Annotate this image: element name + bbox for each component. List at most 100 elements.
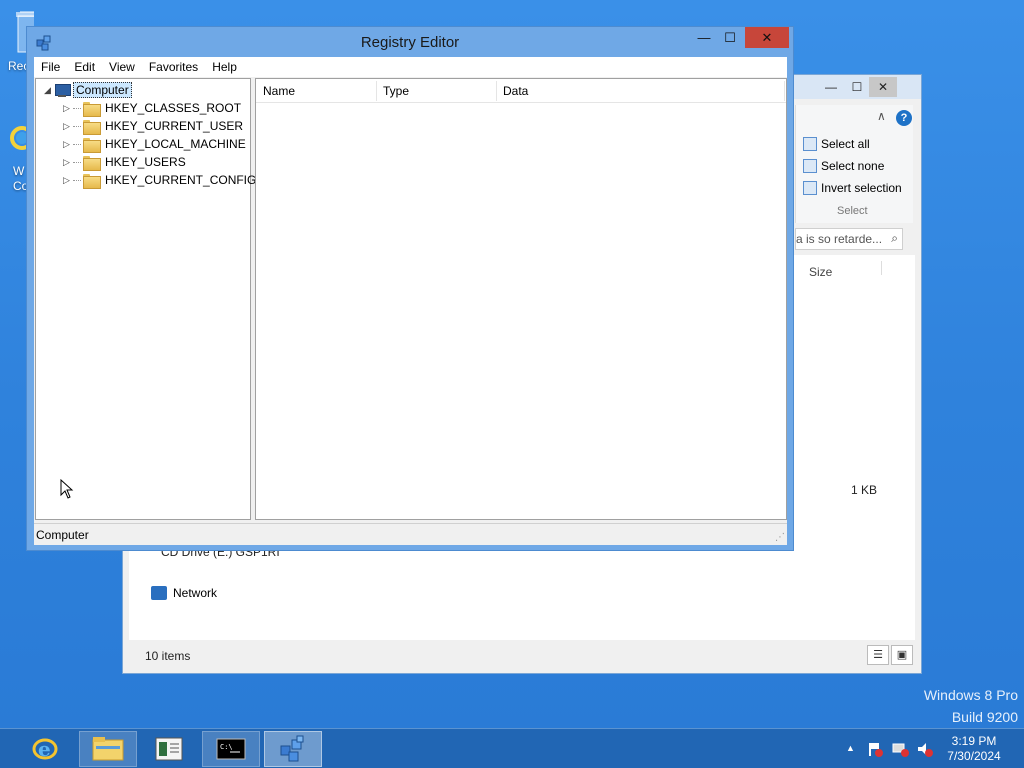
select-none-icon xyxy=(803,159,817,173)
taskbar-file-explorer[interactable] xyxy=(79,731,137,767)
menu-favorites[interactable]: Favorites xyxy=(142,60,205,74)
size-column-header[interactable]: Size xyxy=(809,265,832,279)
command-prompt-icon: C:\ xyxy=(216,738,246,760)
column-header-data[interactable]: Data xyxy=(503,84,528,98)
registry-editor-icon xyxy=(280,735,304,762)
select-all-icon xyxy=(803,137,817,151)
tree-node-hkey-current-config[interactable]: ▷ HKEY_CURRENT_CONFIG xyxy=(63,171,258,189)
registry-editor-window[interactable]: Registry Editor — ☐ ✕ File Edit View Fav… xyxy=(26,26,794,551)
menu-edit[interactable]: Edit xyxy=(67,60,102,74)
collapse-arrow-icon[interactable]: ◢ xyxy=(44,85,54,96)
tree-node-computer[interactable]: ◢ Computer xyxy=(44,81,132,99)
invert-selection-label: Invert selection xyxy=(821,181,902,195)
explorer-minimize-button[interactable]: — xyxy=(817,77,845,97)
menu-bar: File Edit View Favorites Help xyxy=(34,57,787,77)
column-divider[interactable] xyxy=(496,81,497,101)
regedit-titlebar[interactable]: Registry Editor — ☐ ✕ xyxy=(27,27,793,57)
close-icon: ✕ xyxy=(761,29,773,45)
maximize-icon: ☐ xyxy=(851,80,863,94)
computer-icon xyxy=(54,83,71,97)
svg-text:C:\: C:\ xyxy=(220,743,233,751)
select-none-button[interactable]: Select none xyxy=(803,159,884,173)
svg-text:e: e xyxy=(38,737,51,761)
folder-icon xyxy=(83,155,101,171)
tree-node-hkey-users[interactable]: ▷ HKEY_USERS xyxy=(63,153,188,171)
explorer-search-box[interactable]: a is so retarde... ⌕ xyxy=(795,228,903,250)
expand-arrow-icon[interactable]: ▷ xyxy=(63,139,73,150)
list-header: Name Type Data xyxy=(256,79,786,103)
menu-help[interactable]: Help xyxy=(205,60,244,74)
column-header-type[interactable]: Type xyxy=(383,84,409,98)
explorer-maximize-button[interactable]: ☐ xyxy=(843,77,871,97)
clock-date: 7/30/2024 xyxy=(947,749,1001,763)
taskbar-server-manager[interactable] xyxy=(140,731,198,767)
search-text: a is so retarde... xyxy=(796,232,883,246)
network-icon xyxy=(151,586,167,600)
registry-tree-pane[interactable]: ◢ Computer ▷ HKEY_CLASSES_ROOT ▷ HKEY_CU… xyxy=(35,78,256,520)
tree-node-label: HKEY_CLASSES_ROOT xyxy=(105,101,242,115)
folder-icon xyxy=(83,137,101,153)
desktop: Rec W Com Windows 8 Pro Build 9200 — ☐ ✕ xyxy=(0,0,1024,728)
taskbar-command-prompt[interactable]: C:\ xyxy=(202,731,260,767)
maximize-button[interactable]: ☐ xyxy=(717,27,743,48)
tree-node-hkey-classes-root[interactable]: ▷ HKEY_CLASSES_ROOT xyxy=(63,99,243,117)
folder-icon xyxy=(83,101,101,117)
watermark-line2: Build 9200 xyxy=(951,709,1018,725)
system-clock[interactable]: 3:19 PM 7/30/2024 xyxy=(946,734,1002,764)
close-button[interactable]: ✕ xyxy=(745,27,789,48)
expand-arrow-icon[interactable]: ▷ xyxy=(63,103,73,114)
status-bar: Computer ⋰ xyxy=(34,523,787,545)
volume-muted-icon[interactable] xyxy=(916,741,934,757)
ribbon-group-label: Select xyxy=(837,205,868,217)
show-hidden-icons-icon[interactable]: ▲ xyxy=(846,743,855,753)
clock-time: 3:19 PM xyxy=(951,734,997,748)
registry-values-list[interactable]: Name Type Data xyxy=(255,78,787,520)
watermark-line1: Windows 8 Pro xyxy=(923,687,1018,703)
server-manager-icon xyxy=(155,737,183,761)
network-label: Network xyxy=(173,586,218,600)
folder-icon xyxy=(92,737,124,761)
network-status-icon[interactable] xyxy=(892,741,910,757)
invert-selection-icon xyxy=(803,181,817,195)
tree-connector xyxy=(73,143,81,145)
tree-node-hkey-local-machine[interactable]: ▷ HKEY_LOCAL_MACHINE xyxy=(63,135,248,153)
file-size-value: 1 KB xyxy=(851,483,878,497)
regedit-client-area: File Edit View Favorites Help ◢ Computer… xyxy=(34,57,787,545)
expand-arrow-icon[interactable]: ▷ xyxy=(63,121,73,132)
action-center-flag-icon[interactable] xyxy=(866,741,884,757)
network-nav-item[interactable]: Network xyxy=(151,586,217,600)
mouse-cursor-icon xyxy=(60,479,74,499)
folder-icon xyxy=(83,119,101,135)
expand-arrow-icon[interactable]: ▷ xyxy=(63,157,73,168)
explorer-status-item-count: 10 items xyxy=(145,649,191,663)
minimize-icon: — xyxy=(825,80,837,94)
expand-arrow-icon[interactable]: ▷ xyxy=(63,175,73,186)
taskbar: e C:\ ▲ 3:19 PM 7/30/2024 xyxy=(0,728,1024,768)
ribbon-collapse-chevron-icon[interactable]: ∧ xyxy=(877,109,886,123)
window-title: Registry Editor xyxy=(360,34,460,51)
column-divider[interactable] xyxy=(376,81,377,101)
explorer-close-button[interactable]: ✕ xyxy=(869,77,897,97)
minimize-button[interactable]: — xyxy=(691,27,717,48)
column-divider xyxy=(881,261,882,275)
internet-explorer-icon: e xyxy=(32,737,58,761)
taskbar-internet-explorer[interactable]: e xyxy=(16,731,74,767)
menu-file[interactable]: File xyxy=(34,60,67,74)
details-view-button[interactable]: ☰ xyxy=(867,645,889,665)
folder-icon xyxy=(83,173,101,189)
resize-grip-icon[interactable]: ⋰ xyxy=(775,532,785,543)
tree-connector xyxy=(73,179,81,181)
tree-connector xyxy=(73,161,81,163)
invert-selection-button[interactable]: Invert selection xyxy=(803,181,902,195)
search-icon[interactable]: ⌕ xyxy=(891,231,898,246)
help-icon[interactable]: ? xyxy=(896,110,912,126)
tree-node-hkey-current-user[interactable]: ▷ HKEY_CURRENT_USER xyxy=(63,117,245,135)
maximize-icon: ☐ xyxy=(724,29,736,45)
column-divider[interactable] xyxy=(784,81,785,101)
large-icons-view-button[interactable]: ▣ xyxy=(891,645,913,665)
taskbar-registry-editor[interactable] xyxy=(264,731,322,767)
column-header-name[interactable]: Name xyxy=(263,84,295,98)
select-all-button[interactable]: Select all xyxy=(803,137,870,151)
tree-node-label: HKEY_USERS xyxy=(105,155,186,169)
menu-view[interactable]: View xyxy=(102,60,142,74)
